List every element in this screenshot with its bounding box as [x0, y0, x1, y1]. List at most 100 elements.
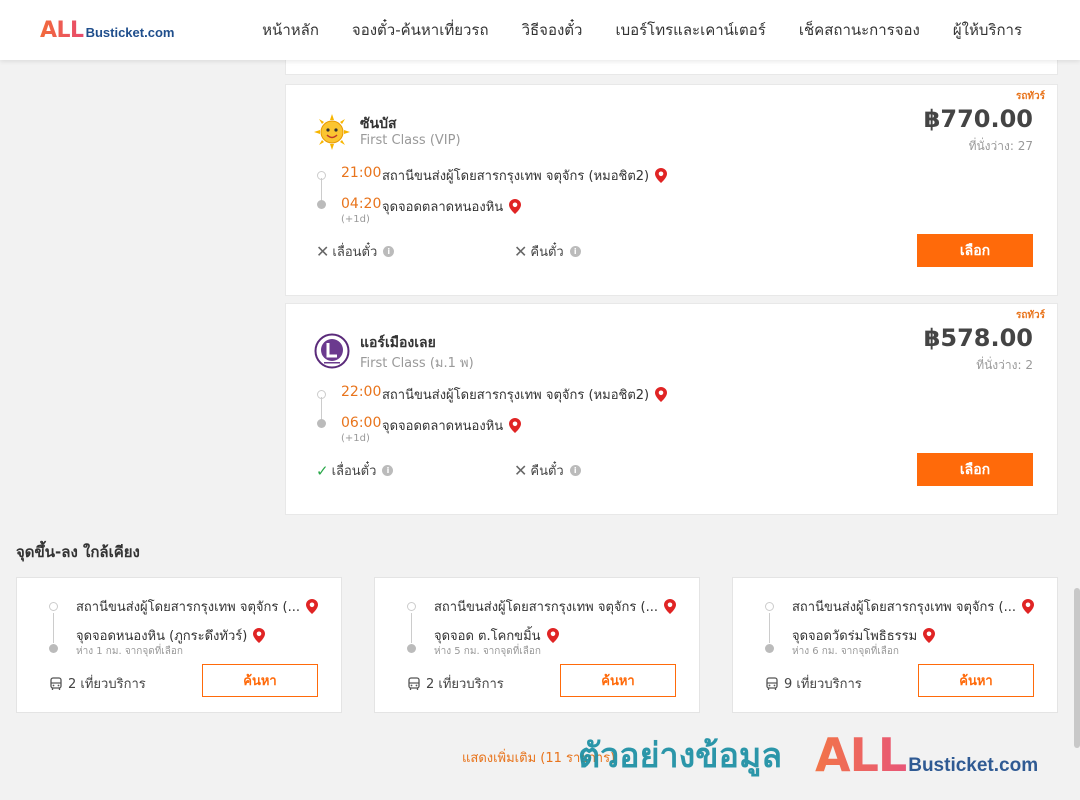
- logo-busticket-text: Busticket.com: [85, 25, 175, 40]
- arrival-place[interactable]: จุดจอดตลาดหนองหิน: [382, 196, 522, 217]
- ticket-price: ฿770.00: [923, 105, 1033, 133]
- reschedule-label: เลื่อนตั๋ว: [331, 464, 377, 479]
- search-button[interactable]: ค้นหา: [560, 664, 676, 697]
- map-pin-icon[interactable]: [546, 628, 559, 643]
- reschedule-policy: ✓ เลื่อนตั๋ว i: [316, 460, 394, 481]
- nearby-stop-card: สถานีขนส่งผู้โดยสารกรุงเทพ จตุจักร (... …: [732, 577, 1058, 713]
- bus-icon: [50, 676, 62, 690]
- watermark-logo-all: ALL: [815, 728, 907, 782]
- watermark-logo: ALL Busticket.com: [815, 728, 1038, 782]
- search-button[interactable]: ค้นหา: [918, 664, 1034, 697]
- bus-type-tag: รถทัวร์: [1015, 310, 1045, 321]
- scrollbar-thumb[interactable]: [1074, 588, 1080, 748]
- top-header: ALL Busticket.com หน้าหลัก จองตั๋ว-ค้นหา…: [0, 0, 1080, 60]
- arrival-dot: [317, 419, 326, 428]
- nearby-destination: จุดจอดหนองหิน (ภูกระดึงทัวร์): [76, 625, 266, 646]
- info-icon[interactable]: i: [382, 465, 394, 476]
- day-offset: (+1d): [341, 433, 370, 444]
- nav-book-search[interactable]: จองตั๋ว-ค้นหาเที่ยวรถ: [352, 18, 489, 42]
- trip-count: 2 เที่ยวบริการ: [49, 673, 146, 694]
- departure-time: 22:00: [341, 384, 382, 400]
- nearby-destination-text: จุดจอด ต.โคกขมิ้น: [434, 629, 541, 644]
- trip-count-text: 9 เที่ยวบริการ: [784, 677, 862, 692]
- main-nav: หน้าหลัก จองตั๋ว-ค้นหาเที่ยวรถ วิธีจองตั…: [262, 0, 1022, 60]
- refund-policy: ✕ คืนตั๋ว i: [514, 241, 581, 262]
- departure-place[interactable]: สถานีขนส่งผู้โดยสารกรุงเทพ จตุจักร (หมอช…: [382, 165, 668, 186]
- nearby-stops-title: จุดขึ้น-ลง ใกล้เคียง: [16, 543, 140, 561]
- nearby-destination-text: จุดจอดวัดร่มโพธิธรรม: [792, 629, 918, 644]
- watermark-logo-busticket: Busticket.com: [908, 755, 1039, 776]
- operator-name: แอร์เมืองเลย: [360, 335, 436, 351]
- refund-label: คืนตั๋ว: [530, 245, 564, 260]
- map-pin-icon[interactable]: [655, 387, 668, 402]
- seats-available: ที่นั่งว่าง: 2: [976, 358, 1033, 372]
- sample-data-watermark: ตัวอย่างข้อมูล: [578, 736, 783, 776]
- nearby-destination: จุดจอดวัดร่มโพธิธรรม: [792, 625, 936, 646]
- departure-place-text: สถานีขนส่งผู้โดยสารกรุงเทพ จตุจักร (หมอช…: [382, 169, 650, 184]
- nearby-destination-text: จุดจอดหนองหิน (ภูกระดึงทัวร์): [76, 629, 248, 644]
- trip-count-text: 2 เที่ยวบริการ: [68, 677, 146, 692]
- bus-class: First Class (ม.1 พ): [360, 356, 474, 371]
- nav-how-to-book[interactable]: วิธีจองตั๋ว: [522, 18, 583, 42]
- timeline-line: [769, 613, 770, 643]
- map-pin-icon[interactable]: [655, 168, 668, 183]
- checkmark-icon: ✓: [316, 461, 329, 480]
- info-icon[interactable]: i: [569, 246, 581, 257]
- nearby-stop-card: สถานีขนส่งผู้โดยสารกรุงเทพ จตุจักร (... …: [16, 577, 342, 713]
- refund-label: คืนตั๋ว: [530, 464, 564, 479]
- map-pin-icon[interactable]: [253, 628, 266, 643]
- operator-name: ซันบัส: [360, 116, 397, 132]
- cross-icon: ✕: [514, 461, 528, 480]
- nav-operators[interactable]: ผู้ให้บริการ: [953, 18, 1022, 42]
- departure-place-text: สถานีขนส่งผู้โดยสารกรุงเทพ จตุจักร (หมอช…: [382, 388, 650, 403]
- nav-check-booking[interactable]: เช็คสถานะการจอง: [799, 18, 920, 42]
- search-button[interactable]: ค้นหา: [202, 664, 318, 697]
- ticket-price: ฿578.00: [923, 324, 1033, 352]
- origin-dot: [765, 602, 774, 611]
- nearby-origin-text: สถานีขนส่งผู้โดยสารกรุงเทพ จตุจักร (...: [76, 600, 300, 615]
- select-trip-button[interactable]: เลือก: [917, 234, 1033, 267]
- arrival-place-text: จุดจอดตลาดหนองหิน: [382, 419, 504, 434]
- logo-all-text: ALL: [40, 18, 84, 43]
- trip-result-card: รถทัวร์ ซันบัส First Class (VIP) ฿770.00…: [285, 84, 1058, 296]
- sun-mascot-icon: [314, 114, 350, 150]
- map-pin-icon[interactable]: [663, 599, 676, 614]
- map-pin-icon[interactable]: [509, 199, 522, 214]
- arrival-place-text: จุดจอดตลาดหนองหิน: [382, 200, 504, 215]
- nav-home[interactable]: หน้าหลัก: [262, 18, 319, 42]
- site-logo[interactable]: ALL Busticket.com: [40, 18, 174, 43]
- destination-dot: [765, 644, 774, 653]
- map-pin-icon[interactable]: [923, 628, 936, 643]
- trip-result-card: รถทัวร์ แอร์เมืองเลย First Class (ม.1 พ)…: [285, 303, 1058, 515]
- reschedule-label: เลื่อนตั๋ว: [332, 245, 378, 260]
- seats-available: ที่นั่งว่าง: 27: [968, 139, 1033, 153]
- nearby-distance: ห่าง 6 กม. จากจุดที่เลือก: [792, 646, 899, 657]
- timeline-line: [411, 613, 412, 643]
- trip-count: 2 เที่ยวบริการ: [407, 673, 504, 694]
- origin-dot: [407, 602, 416, 611]
- nearby-distance: ห่าง 1 กม. จากจุดที่เลือก: [76, 646, 183, 657]
- map-pin-icon[interactable]: [1021, 599, 1034, 614]
- nearby-origin: สถานีขนส่งผู้โดยสารกรุงเทพ จตุจักร (...: [434, 596, 676, 617]
- nearby-origin: สถานีขนส่งผู้โดยสารกรุงเทพ จตุจักร (...: [792, 596, 1034, 617]
- nearby-origin-text: สถานีขนส่งผู้โดยสารกรุงเทพ จตุจักร (...: [434, 600, 658, 615]
- nearby-stop-card: สถานีขนส่งผู้โดยสารกรุงเทพ จตุจักร (... …: [374, 577, 700, 713]
- departure-place[interactable]: สถานีขนส่งผู้โดยสารกรุงเทพ จตุจักร (หมอช…: [382, 384, 668, 405]
- destination-dot: [49, 644, 58, 653]
- nearby-distance: ห่าง 5 กม. จากจุดที่เลือก: [434, 646, 541, 657]
- nav-phone-counters[interactable]: เบอร์โทรและเคาน์เตอร์: [615, 18, 765, 42]
- map-pin-icon[interactable]: [305, 599, 318, 614]
- day-offset: (+1d): [341, 214, 370, 225]
- arrival-place[interactable]: จุดจอดตลาดหนองหิน: [382, 415, 522, 436]
- select-trip-button[interactable]: เลือก: [917, 453, 1033, 486]
- info-icon[interactable]: i: [569, 465, 581, 476]
- departure-time: 21:00: [341, 165, 382, 181]
- bus-type-tag: รถทัวร์: [1015, 91, 1045, 102]
- cross-icon: ✕: [316, 242, 330, 261]
- bus-icon: [766, 676, 778, 690]
- destination-dot: [407, 644, 416, 653]
- info-icon[interactable]: i: [383, 246, 395, 257]
- arrival-dot: [317, 200, 326, 209]
- map-pin-icon[interactable]: [509, 418, 522, 433]
- nearby-origin-text: สถานีขนส่งผู้โดยสารกรุงเทพ จตุจักร (...: [792, 600, 1016, 615]
